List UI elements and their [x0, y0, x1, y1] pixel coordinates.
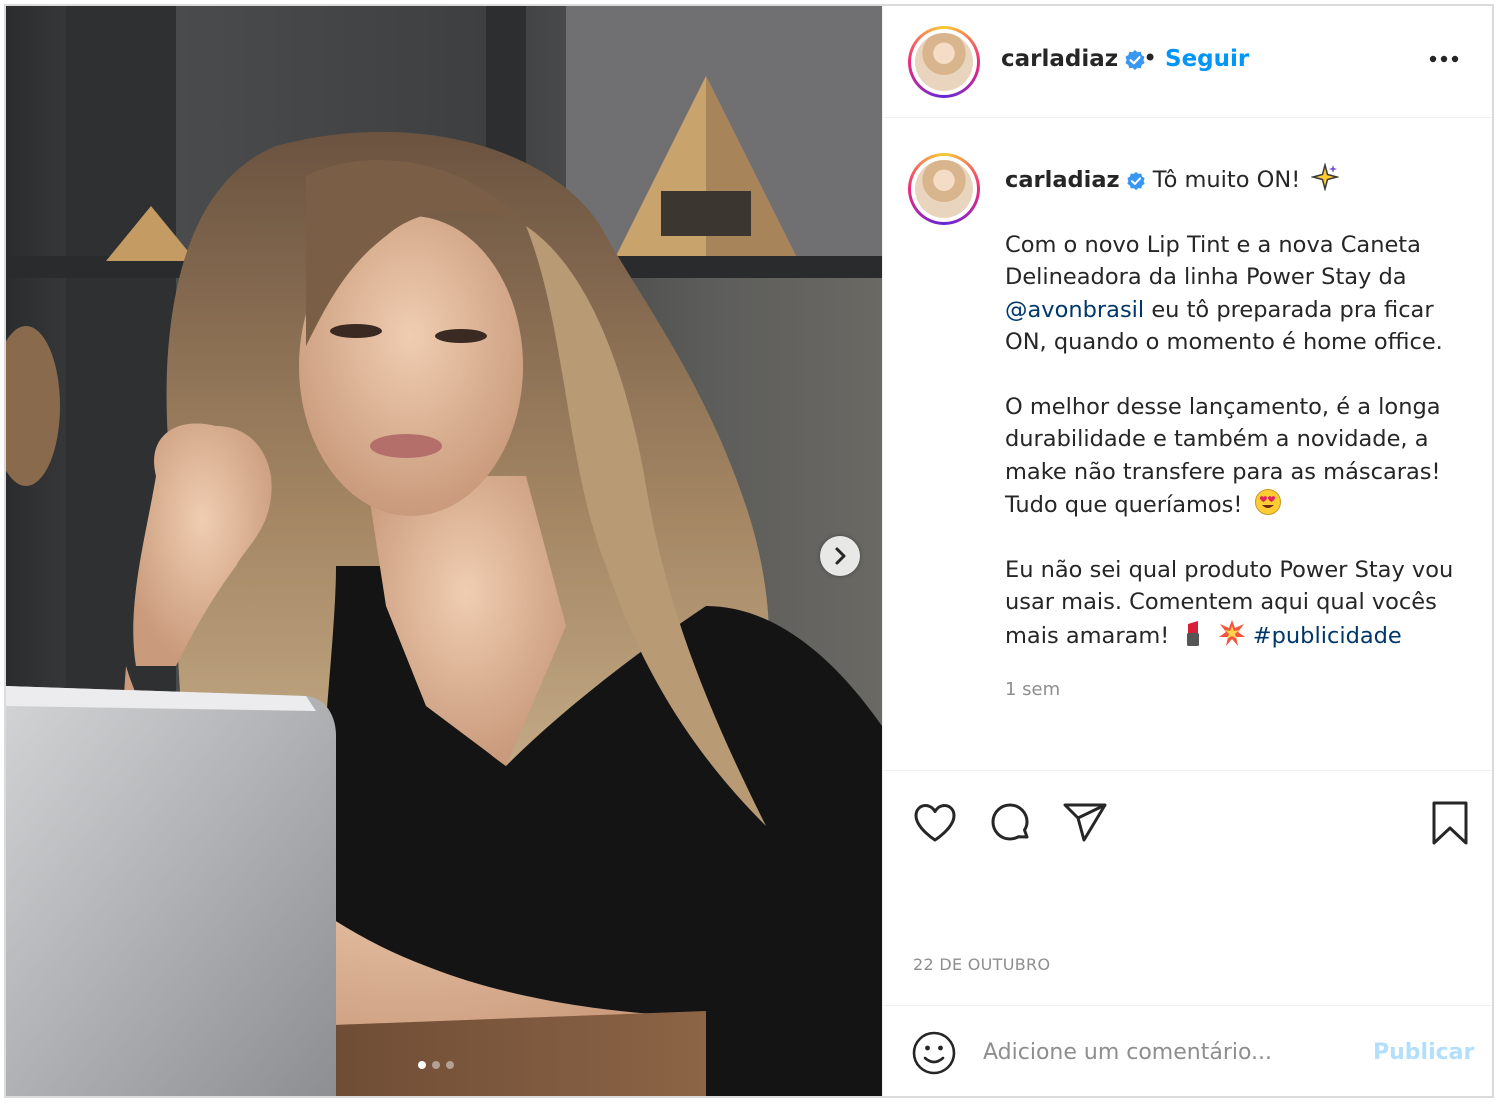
carousel-indicator [418, 1061, 454, 1069]
follow-button[interactable]: Seguir [1165, 46, 1249, 72]
carousel-dot-active [418, 1061, 426, 1069]
post-date[interactable]: 22 DE OUTUBRO [913, 955, 1050, 974]
action-bar: 22 DE OUTUBRO [883, 770, 1492, 1005]
instagram-post: carladiaz • Seguir carladiaz Tô muito ON… [4, 4, 1494, 1098]
emoji-picker-icon[interactable] [911, 1030, 957, 1076]
sparkles-emoji-icon [1311, 163, 1340, 191]
caption-paragraph-1: Com o novo Lip Tint e a nova Caneta Deli… [1005, 231, 1443, 356]
separator-dot: • [1143, 44, 1158, 72]
caption-paragraph-3: Eu não sei qual produto Power Stay vou u… [1005, 556, 1454, 649]
verified-badge-icon [1126, 171, 1145, 190]
carousel-dot [446, 1061, 454, 1069]
chevron-right-icon [835, 547, 846, 565]
caption-avatar[interactable] [908, 153, 980, 225]
post-side-panel: carladiaz • Seguir carladiaz Tô muito ON… [882, 6, 1492, 1096]
heart-icon[interactable] [911, 799, 959, 847]
more-options-button[interactable] [1427, 42, 1461, 76]
woman-at-laptop-photo [6, 6, 882, 1096]
caption-headline: Tô muito ON! [1152, 167, 1301, 193]
post-header: carladiaz • Seguir [883, 6, 1492, 118]
publish-button[interactable]: Publicar [1373, 1040, 1474, 1065]
author-username[interactable]: carladiaz [1001, 46, 1146, 72]
caption-section: carladiaz Tô muito ON! Com o novo Lip Ti… [883, 119, 1492, 769]
comment-icon[interactable] [986, 799, 1034, 847]
bookmark-icon[interactable] [1426, 799, 1474, 847]
caption-timestamp[interactable]: 1 sem [1005, 679, 1060, 700]
caption-first-line: carladiaz Tô muito ON! [1005, 163, 1475, 197]
hashtag-link[interactable]: #publicidade [1253, 623, 1402, 649]
heart-eyes-emoji-icon [1254, 489, 1281, 515]
lipstick-emoji-icon [1187, 620, 1200, 646]
more-options-icon [1429, 55, 1459, 63]
caption-username[interactable]: carladiaz [1005, 167, 1120, 193]
caption-paragraph-2: O melhor desse lançamento, é a longa dur… [1005, 393, 1441, 519]
comment-bar: Publicar [883, 1005, 1492, 1096]
mention-link[interactable]: @avonbrasil [1005, 297, 1144, 323]
collision-emoji-icon [1218, 619, 1245, 646]
caption-text: carladiaz Tô muito ON! Com o novo Lip Ti… [1005, 163, 1475, 652]
avatar[interactable] [908, 26, 980, 98]
carousel-dot [432, 1061, 440, 1069]
comment-input[interactable] [983, 1032, 1353, 1072]
share-icon[interactable] [1061, 799, 1109, 847]
post-photo[interactable] [6, 6, 882, 1096]
next-slide-button[interactable] [820, 536, 860, 576]
